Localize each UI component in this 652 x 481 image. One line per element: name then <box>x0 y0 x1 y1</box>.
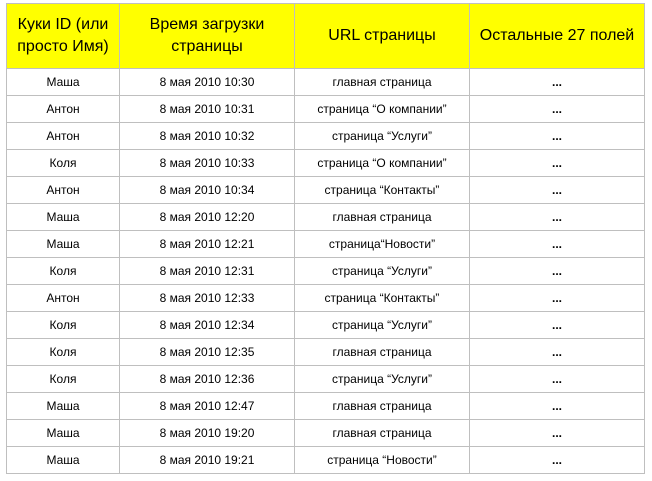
table-row: Антон 8 мая 2010 10:32 страница “Услуги”..… <box>6 122 645 150</box>
cell-url: страница “О компании” <box>294 95 470 123</box>
cell-url: страница “Услуги” <box>294 365 470 393</box>
table-row: Маша 8 мая 2010 10:30 главная страница... <box>6 68 645 96</box>
header-cookie-id: Куки ID (или просто Имя) <box>6 3 120 69</box>
cell-load-time: 8 мая 2010 12:34 <box>119 311 295 339</box>
cell-cookie-id: Маша <box>6 419 120 447</box>
table-row: Маша 8 мая 2010 12:21 страница“Новости”... <box>6 230 645 258</box>
table-row: Коля 8 мая 2010 12:36 страница “Услуги”... <box>6 365 645 393</box>
cell-cookie-id: Маша <box>6 230 120 258</box>
cell-load-time: 8 мая 2010 12:33 <box>119 284 295 312</box>
table-row: Антон 8 мая 2010 10:34 страница “Контакты”… <box>6 176 645 204</box>
table-row: Антон 8 мая 2010 12:33 страница “Контакты”… <box>6 284 645 312</box>
cell-url: страница “Услуги” <box>294 311 470 339</box>
cell-load-time: 8 мая 2010 12:35 <box>119 338 295 366</box>
cell-load-time: 8 мая 2010 19:21 <box>119 446 295 474</box>
cell-load-time: 8 мая 2010 10:33 <box>119 149 295 177</box>
cell-url: страница “Новости” <box>294 446 470 474</box>
cell-url: страница “Контакты” <box>294 176 470 204</box>
cell-load-time: 8 мая 2010 12:20 <box>119 203 295 231</box>
page-visits-table: Куки ID (или просто Имя) Время загрузки … <box>6 3 645 474</box>
table-row: Маша 8 мая 2010 12:47 главная страница... <box>6 392 645 420</box>
cell-url: главная страница <box>294 338 470 366</box>
cell-url: страница “Контакты” <box>294 284 470 312</box>
table-row: Антон 8 мая 2010 10:31 страница “О компани… <box>6 95 645 123</box>
cell-other-fields: ... <box>469 446 645 474</box>
header-load-time: Время загрузки страницы <box>119 3 295 69</box>
table-row: Маша 8 мая 2010 19:20 главная страница... <box>6 419 645 447</box>
cell-other-fields: ... <box>469 392 645 420</box>
cell-load-time: 8 мая 2010 12:21 <box>119 230 295 258</box>
cell-other-fields: ... <box>469 95 645 123</box>
table-container: Куки ID (или просто Имя) Время загрузки … <box>6 3 645 474</box>
cell-cookie-id: Коля <box>6 365 120 393</box>
cell-other-fields: ... <box>469 176 645 204</box>
table-header: Куки ID (или просто Имя) Время загрузки … <box>6 3 645 69</box>
header-row: Куки ID (или просто Имя) Время загрузки … <box>6 3 645 69</box>
cell-other-fields: ... <box>469 284 645 312</box>
cell-url: главная страница <box>294 203 470 231</box>
cell-url: страница “Услуги” <box>294 122 470 150</box>
cell-load-time: 8 мая 2010 10:32 <box>119 122 295 150</box>
cell-other-fields: ... <box>469 203 645 231</box>
cell-other-fields: ... <box>469 149 645 177</box>
table-row: Коля 8 мая 2010 12:31 страница “Услуги”... <box>6 257 645 285</box>
cell-url: главная страница <box>294 68 470 96</box>
cell-other-fields: ... <box>469 230 645 258</box>
cell-url: страница “О компании” <box>294 149 470 177</box>
cell-other-fields: ... <box>469 338 645 366</box>
cell-cookie-id: Маша <box>6 446 120 474</box>
cell-cookie-id: Антон <box>6 95 120 123</box>
cell-other-fields: ... <box>469 257 645 285</box>
cell-cookie-id: Маша <box>6 203 120 231</box>
cell-cookie-id: Маша <box>6 68 120 96</box>
cell-other-fields: ... <box>469 311 645 339</box>
table-body: Маша 8 мая 2010 10:30 главная страница... А… <box>6 68 645 474</box>
table-row: Коля 8 мая 2010 10:33 страница “О компании… <box>6 149 645 177</box>
cell-url: главная страница <box>294 392 470 420</box>
table-row: Маша 8 мая 2010 12:20 главная страница... <box>6 203 645 231</box>
cell-cookie-id: Коля <box>6 311 120 339</box>
cell-url: главная страница <box>294 419 470 447</box>
cell-cookie-id: Коля <box>6 338 120 366</box>
cell-url: страница“Новости” <box>294 230 470 258</box>
cell-load-time: 8 мая 2010 10:30 <box>119 68 295 96</box>
cell-other-fields: ... <box>469 419 645 447</box>
cell-load-time: 8 мая 2010 12:31 <box>119 257 295 285</box>
cell-cookie-id: Антон <box>6 176 120 204</box>
cell-cookie-id: Маша <box>6 392 120 420</box>
cell-cookie-id: Коля <box>6 149 120 177</box>
cell-url: страница “Услуги” <box>294 257 470 285</box>
cell-cookie-id: Антон <box>6 284 120 312</box>
table-row: Коля 8 мая 2010 12:35 главная страница... <box>6 338 645 366</box>
cell-load-time: 8 мая 2010 12:47 <box>119 392 295 420</box>
cell-cookie-id: Антон <box>6 122 120 150</box>
cell-load-time: 8 мая 2010 10:31 <box>119 95 295 123</box>
cell-other-fields: ... <box>469 68 645 96</box>
cell-cookie-id: Коля <box>6 257 120 285</box>
cell-other-fields: ... <box>469 365 645 393</box>
table-row: Коля 8 мая 2010 12:34 страница “Услуги”... <box>6 311 645 339</box>
table-row: Маша 8 мая 2010 19:21 страница “Новости”..… <box>6 446 645 474</box>
header-url: URL страницы <box>294 3 470 69</box>
cell-load-time: 8 мая 2010 19:20 <box>119 419 295 447</box>
cell-load-time: 8 мая 2010 10:34 <box>119 176 295 204</box>
header-other-fields: Остальные 27 полей <box>469 3 645 69</box>
cell-load-time: 8 мая 2010 12:36 <box>119 365 295 393</box>
cell-other-fields: ... <box>469 122 645 150</box>
